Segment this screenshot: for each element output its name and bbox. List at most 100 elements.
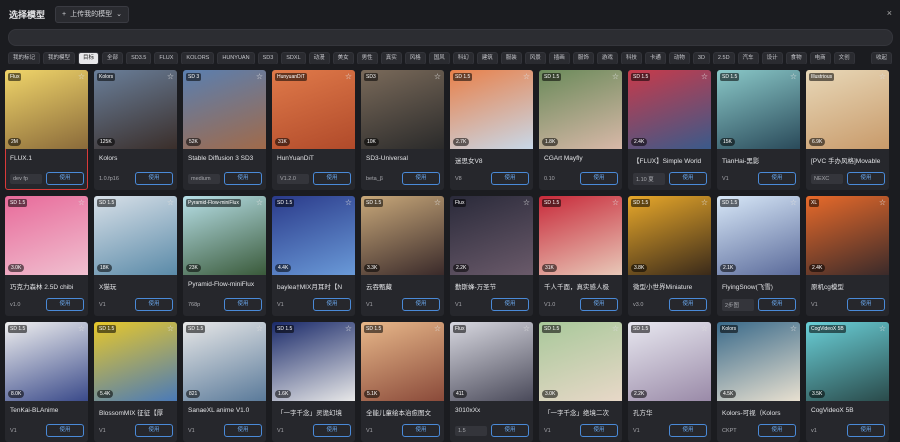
use-button[interactable]: 使用 [847, 298, 885, 311]
model-card[interactable]: Flux ☆ 2.2K 勤斯蜂-万圣节 V1 使用 [450, 196, 533, 316]
use-button[interactable]: 使用 [46, 424, 84, 437]
star-icon[interactable]: ☆ [879, 198, 886, 207]
model-card[interactable]: Illustrious ☆ 6.9K [PVC 手办风格]Movable NEXC 使用 [806, 70, 889, 190]
filter-chip[interactable]: 设计 [761, 52, 783, 64]
filter-chip[interactable]: 游戏 [596, 52, 618, 64]
star-icon[interactable]: ☆ [345, 324, 352, 333]
filter-chip[interactable]: 风格 [404, 52, 426, 64]
model-card[interactable]: SD 1.5 ☆ 3.3K 云吞甄藏 V1 使用 [361, 196, 444, 316]
model-card[interactable]: XL ☆ 2.4K 原机cg模型 V1 使用 [806, 196, 889, 316]
filter-chip[interactable]: 食物 [785, 52, 807, 64]
filter-chip[interactable]: 科技 [620, 52, 642, 64]
use-button[interactable]: 使用 [669, 298, 707, 311]
model-card[interactable]: SD 1.5 ☆ 18K X猫玩 V1 使用 [94, 196, 177, 316]
version-select[interactable]: 1.10 夏 [633, 172, 665, 185]
filter-chip[interactable]: 男性 [356, 52, 378, 64]
star-icon[interactable]: ☆ [701, 324, 708, 333]
use-button[interactable]: 使用 [313, 298, 351, 311]
star-icon[interactable]: ☆ [345, 198, 352, 207]
use-button[interactable]: 使用 [758, 172, 796, 185]
use-button[interactable]: 使用 [580, 424, 618, 437]
use-button[interactable]: 使用 [580, 172, 618, 185]
star-icon[interactable]: ☆ [701, 72, 708, 81]
model-card[interactable]: HunyuanDiT ☆ 31K HunYuanDiT V1.2.0 使用 [272, 70, 355, 190]
use-button[interactable]: 使用 [135, 424, 173, 437]
model-card[interactable]: SD 1.5 ☆ 2.4K 【FLUX】Simple World 1.10 夏使用 [628, 70, 711, 190]
use-button[interactable]: 使用 [669, 172, 707, 185]
model-card[interactable]: SD 1.5 ☆ 4.4K baylea†MIX月耳时【N V1 使用 [272, 196, 355, 316]
filter-chip[interactable]: 目标 [78, 52, 100, 64]
model-card[interactable]: SD 1.5 ☆ 2.7K 迷思女V8 V8 使用 [450, 70, 533, 190]
star-icon[interactable]: ☆ [790, 198, 797, 207]
model-card[interactable]: SD 1.5 ☆ 821 SanaeXL anime V1.0 V1 使用 [183, 322, 266, 442]
model-card[interactable]: SD 1.5 ☆ 3.0K 巧克力森林 2.5D chibi v1.0 使用 [5, 196, 88, 316]
star-icon[interactable]: ☆ [612, 72, 619, 81]
model-card[interactable]: Flux ☆ 411 3010xXx 1.5 使用 [450, 322, 533, 442]
filter-chip[interactable]: 收起 [870, 52, 892, 64]
star-icon[interactable]: ☆ [434, 72, 441, 81]
version-select[interactable]: V1.2.0 [277, 173, 309, 184]
use-button[interactable]: 使用 [491, 172, 529, 185]
use-button[interactable]: 使用 [580, 298, 618, 311]
use-button[interactable]: 使用 [847, 424, 885, 437]
filter-chip[interactable]: SD3.5 [126, 52, 152, 64]
model-card[interactable]: SD 1.5 ☆ 2.2K 孔方华 V1 使用 [628, 322, 711, 442]
model-card[interactable]: SD3 ☆ 10K SD3-Universal beta_β 使用 [361, 70, 444, 190]
model-card[interactable]: SD 1.5 ☆ 15K TianHai-黑影 V1 使用 [717, 70, 800, 190]
filter-chip[interactable]: 文创 [833, 52, 855, 64]
filter-chip[interactable]: 美女 [332, 52, 354, 64]
star-icon[interactable]: ☆ [790, 324, 797, 333]
version-select[interactable]: medium [188, 173, 220, 184]
filter-chip[interactable]: 插画 [548, 52, 570, 64]
model-card[interactable]: Kolors ☆ 125K Kolors 1.0.fp16 使用 [94, 70, 177, 190]
search-input[interactable] [9, 30, 892, 45]
filter-chip[interactable]: 服装 [500, 52, 522, 64]
model-card[interactable]: Kolors ☆ 4.5K Kolors-可视（Kolors CKPT 使用 [717, 322, 800, 442]
star-icon[interactable]: ☆ [701, 198, 708, 207]
filter-chip[interactable]: 2.5D [712, 52, 735, 64]
model-card[interactable]: SD 1.5 ☆ 5.1K 全能儿童绘本治愈图文 V1 使用 [361, 322, 444, 442]
use-button[interactable]: 使用 [224, 172, 262, 185]
use-button[interactable]: 使用 [402, 172, 440, 185]
star-icon[interactable]: ☆ [167, 198, 174, 207]
star-icon[interactable]: ☆ [78, 324, 85, 333]
version-select[interactable]: 1.5 [455, 425, 487, 436]
filter-chip[interactable]: 全部 [102, 52, 124, 64]
filter-chip[interactable]: FLUX [154, 52, 179, 64]
filter-chip[interactable]: HUNYUAN [217, 52, 255, 64]
star-icon[interactable]: ☆ [434, 198, 441, 207]
use-button[interactable]: 使用 [224, 298, 262, 311]
star-icon[interactable]: ☆ [167, 324, 174, 333]
version-select[interactable]: 2步图 [722, 298, 754, 311]
version-select[interactable]: NEXC [811, 173, 843, 184]
star-icon[interactable]: ☆ [78, 72, 85, 81]
use-button[interactable]: 使用 [402, 298, 440, 311]
star-icon[interactable]: ☆ [345, 72, 352, 81]
filter-chip[interactable]: 建筑 [476, 52, 498, 64]
use-button[interactable]: 使用 [313, 172, 351, 185]
model-card[interactable]: CogVideoX 5B ☆ 3.5K CogVideoX 5B v1 使用 [806, 322, 889, 442]
use-button[interactable]: 使用 [135, 298, 173, 311]
star-icon[interactable]: ☆ [523, 324, 530, 333]
use-button[interactable]: 使用 [402, 424, 440, 437]
star-icon[interactable]: ☆ [612, 324, 619, 333]
model-card[interactable]: SD 1.5 ☆ 31K 千人千面，真实感人极 V1.0 使用 [539, 196, 622, 316]
star-icon[interactable]: ☆ [256, 324, 263, 333]
filter-chip[interactable]: SDXL [281, 52, 306, 64]
star-icon[interactable]: ☆ [523, 72, 530, 81]
model-card[interactable]: SD 1.5 ☆ 1.6K 「一字千念」灵诡幻境 V1 使用 [272, 322, 355, 442]
star-icon[interactable]: ☆ [879, 324, 886, 333]
star-icon[interactable]: ☆ [78, 198, 85, 207]
star-icon[interactable]: ☆ [167, 72, 174, 81]
filter-chip[interactable]: 风景 [524, 52, 546, 64]
model-card[interactable]: SD 1.5 ☆ 8.0K TenKai-BLAnime V1 使用 [5, 322, 88, 442]
model-card[interactable]: SD 3 ☆ 52K Stable Diffusion 3 SD3 medium 使用 [183, 70, 266, 190]
use-button[interactable]: 使用 [135, 172, 173, 185]
model-card[interactable]: SD 1.5 ☆ 2.1K FlyingSnow(飞雪) 2步图 使用 [717, 196, 800, 316]
filter-chip[interactable]: 真实 [380, 52, 402, 64]
use-button[interactable]: 使用 [758, 424, 796, 437]
use-button[interactable]: 使用 [491, 298, 529, 311]
model-card[interactable]: SD 1.5 ☆ 3.0K 「一字千念」绝境二次 V1 使用 [539, 322, 622, 442]
upload-model-button[interactable]: + 上传我的模型 ⌄ [55, 5, 129, 23]
filter-chip[interactable]: 3D [692, 52, 710, 64]
